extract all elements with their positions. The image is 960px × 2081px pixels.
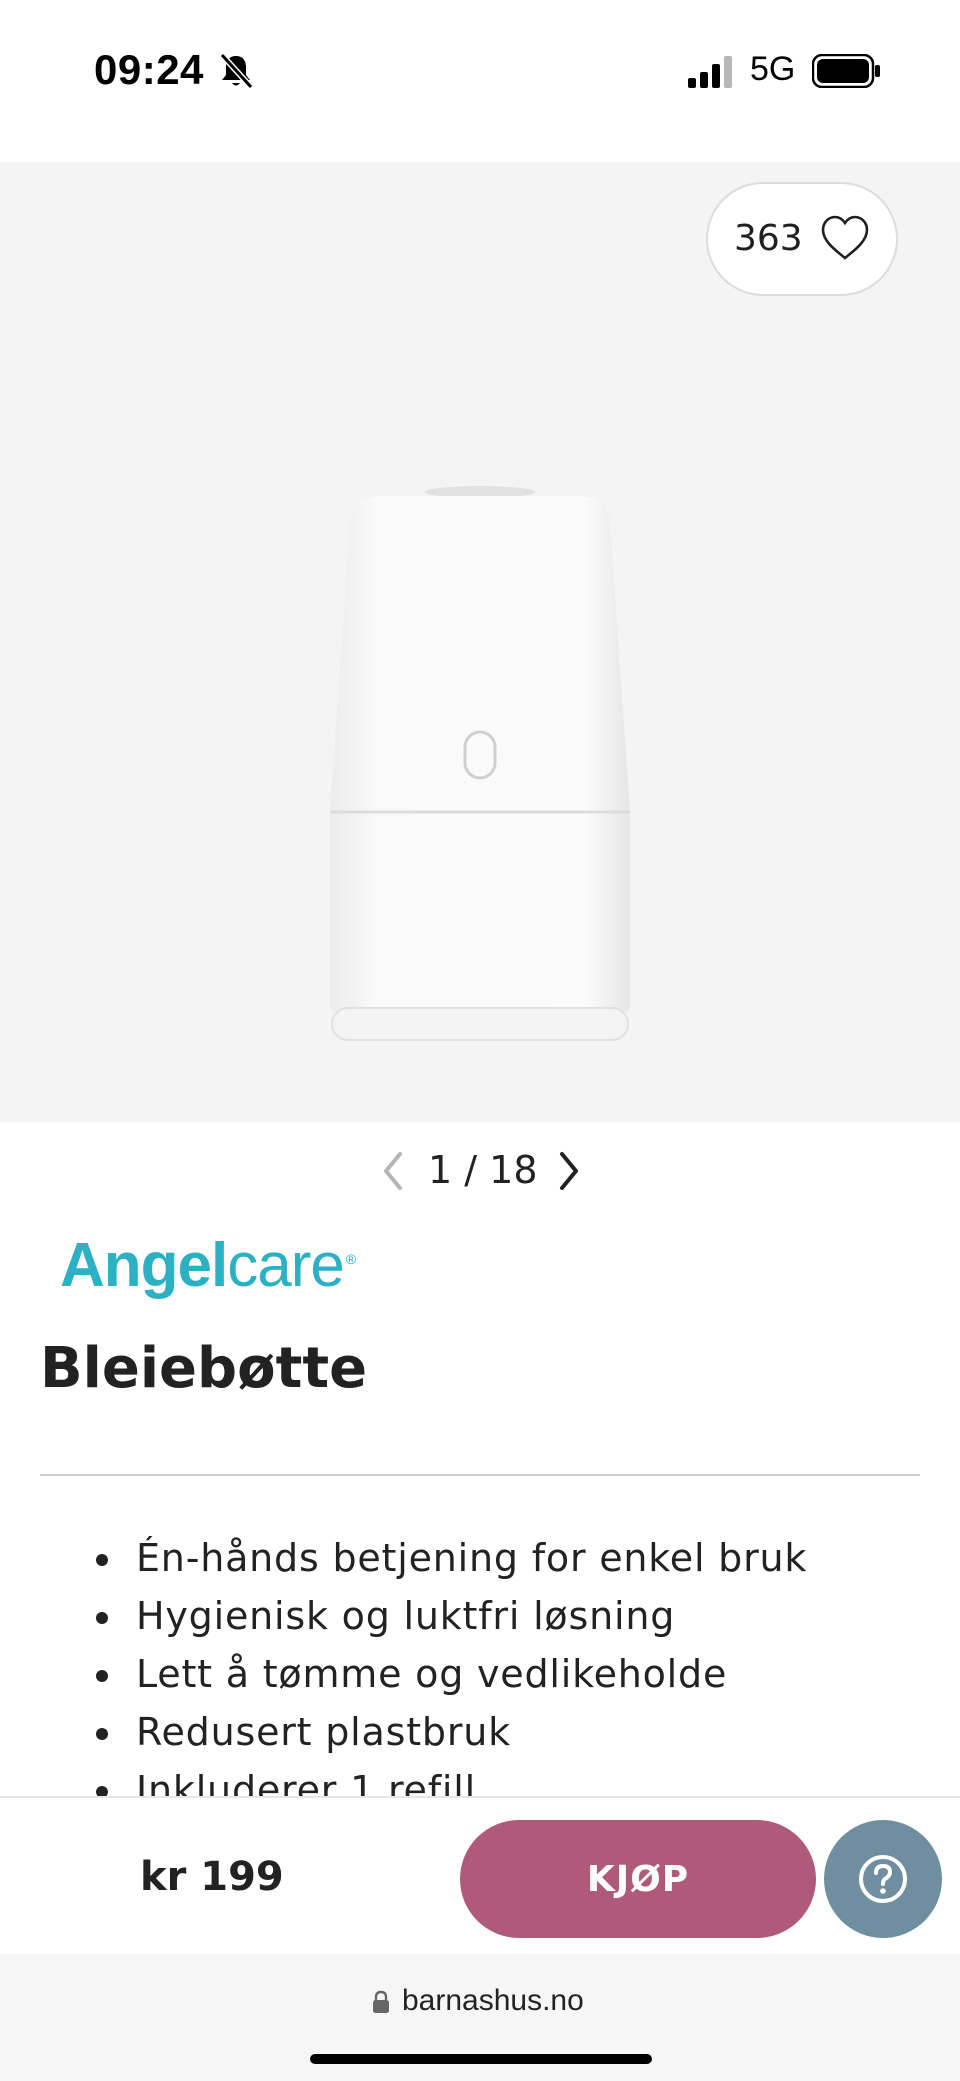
bell-slash-icon bbox=[219, 52, 254, 90]
list-item: Redusert plastbruk bbox=[96, 1710, 511, 1754]
network-label: 5G bbox=[750, 50, 796, 88]
favorite-count: 363 bbox=[734, 218, 803, 259]
chevron-left-icon[interactable] bbox=[378, 1150, 408, 1192]
bullet-icon bbox=[96, 1612, 108, 1624]
registered-mark: ® bbox=[345, 1251, 356, 1268]
product-gallery[interactable]: 363 bbox=[0, 162, 960, 1122]
pager-counter: 1 / 18 bbox=[428, 1148, 538, 1192]
battery-icon bbox=[812, 54, 880, 88]
lock-icon bbox=[373, 1990, 389, 2013]
divider bbox=[40, 1474, 920, 1476]
url-text: barnashus.no bbox=[402, 1984, 584, 2017]
price: kr 199 bbox=[140, 1854, 284, 1900]
product-title: Bleiebøtte bbox=[40, 1336, 368, 1401]
bullet-icon bbox=[96, 1728, 108, 1740]
product-image bbox=[330, 486, 630, 1041]
buy-bar: kr 199 KJØP bbox=[0, 1796, 960, 1954]
bullet-icon bbox=[96, 1554, 108, 1566]
bullet-icon bbox=[96, 1786, 108, 1796]
help-button[interactable] bbox=[824, 1820, 942, 1938]
brand-name-part2: care bbox=[227, 1231, 345, 1300]
status-time: 09:24 bbox=[94, 46, 204, 93]
brand-logo[interactable]: Angelcare ® bbox=[60, 1230, 356, 1301]
chevron-right-icon[interactable] bbox=[554, 1150, 584, 1192]
feature-text: Lett å tømme og vedlikeholde bbox=[136, 1652, 728, 1696]
feature-text: Hygienisk og luktfri løsning bbox=[136, 1594, 676, 1638]
feature-list: Én-hånds betjening for enkel bruk Hygien… bbox=[0, 1536, 960, 1796]
favorite-button[interactable]: 363 bbox=[706, 182, 898, 296]
feature-text: Én-hånds betjening for enkel bruk bbox=[136, 1536, 808, 1580]
bullet-icon bbox=[96, 1670, 108, 1682]
feature-text: Inkluderer 1 refill bbox=[136, 1768, 476, 1796]
browser-url-bar[interactable]: barnashus.no bbox=[0, 1954, 960, 2081]
feature-text: Redusert plastbruk bbox=[136, 1710, 511, 1754]
list-item: Inkluderer 1 refill bbox=[96, 1768, 476, 1796]
list-item: Én-hånds betjening for enkel bruk bbox=[96, 1536, 808, 1580]
question-icon bbox=[859, 1855, 907, 1903]
heart-icon bbox=[821, 215, 869, 260]
status-bar: 09:24 5G bbox=[0, 0, 960, 140]
signal-icon bbox=[688, 56, 732, 88]
list-item: Lett å tømme og vedlikeholde bbox=[96, 1652, 728, 1696]
list-item: Hygienisk og luktfri løsning bbox=[96, 1594, 676, 1638]
home-indicator bbox=[310, 2054, 652, 2064]
brand-name-part1: Angel bbox=[60, 1231, 228, 1300]
buy-button[interactable]: KJØP bbox=[460, 1820, 816, 1938]
image-pager: 1 / 18 bbox=[0, 1140, 960, 1200]
